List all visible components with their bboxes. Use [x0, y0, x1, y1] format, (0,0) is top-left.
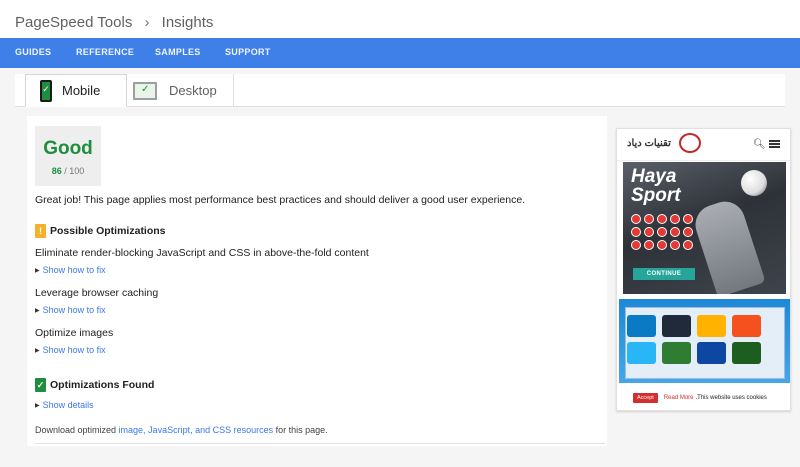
show-how-to-fix-link[interactable]: ▶ Show how to fix: [35, 305, 106, 315]
team-badge-icon: [657, 214, 667, 224]
show-how-to-fix-link[interactable]: ▶ Show how to fix: [35, 265, 106, 275]
app-tile-icon: [732, 315, 761, 337]
report-panel: Good 86 / 100 Great job! This page appli…: [27, 116, 607, 446]
nav-guides[interactable]: GUIDES: [15, 47, 51, 57]
tab-desktop-label: Desktop: [169, 83, 217, 98]
summary-text: Great job! This page applies most perfor…: [35, 194, 526, 206]
checkmark-icon: ✓: [35, 378, 46, 392]
nav-support[interactable]: SUPPORT: [225, 47, 271, 57]
team-badge-icon: [670, 240, 680, 250]
app-tile-icon: [697, 342, 726, 364]
tab-mobile[interactable]: Mobile: [25, 74, 127, 107]
show-details-link[interactable]: ▶ Show details: [35, 400, 94, 410]
breadcrumb-current: Insights: [161, 14, 214, 31]
app-tile-icon: [662, 342, 691, 364]
team-badge-icon: [631, 214, 641, 224]
nav-samples[interactable]: SAMPLES: [155, 47, 201, 57]
show-how-to-fix-label: Show how to fix: [42, 305, 106, 315]
site-logo-icon: [679, 133, 701, 153]
show-how-to-fix-label: Show how to fix: [42, 265, 106, 275]
score-card: Good 86 / 100: [35, 126, 101, 186]
app-tile-icon: [732, 342, 761, 364]
show-details-label: Show details: [42, 400, 94, 410]
app-tile-icon: [627, 315, 656, 337]
download-prefix: Download optimized: [35, 425, 119, 435]
breadcrumb-root[interactable]: PageSpeed Tools: [15, 14, 132, 31]
ad-title-line1: Haya: [631, 166, 677, 187]
team-badge-icon: [683, 214, 693, 224]
preview-continue-button: CONTINUE: [633, 268, 695, 280]
preview-ad-title: Haya Sport: [631, 167, 681, 205]
team-badge-icon: [683, 240, 693, 250]
team-badges: [631, 214, 699, 250]
optimizations-found-heading: ✓ Optimizations Found: [35, 378, 154, 392]
score-label: Good: [43, 138, 93, 159]
found-heading-label: Optimizations Found: [50, 379, 155, 391]
preview-cookie-bar: Accept Read More .This website uses cook…: [617, 385, 790, 410]
show-how-to-fix-link[interactable]: ▶ Show how to fix: [35, 345, 106, 355]
triangle-right-icon: ▶: [35, 348, 40, 355]
mobile-phone-icon: [40, 79, 52, 102]
divider: [35, 443, 605, 444]
download-resources-link[interactable]: image, JavaScript, and CSS resources: [119, 425, 274, 435]
search-icon: 🔍︎: [753, 139, 766, 150]
triangle-right-icon: ▶: [35, 308, 40, 315]
hamburger-menu-icon: [769, 140, 780, 148]
team-badge-icon: [683, 227, 693, 237]
download-suffix: for this page.: [273, 425, 328, 435]
team-badge-icon: [657, 240, 667, 250]
team-badge-icon: [631, 227, 641, 237]
app-tile-icon: [662, 315, 691, 337]
main-nav: GUIDES REFERENCE SAMPLES SUPPORT: [0, 38, 800, 68]
preview-software-banner: [619, 299, 790, 383]
team-badge-icon: [644, 240, 654, 250]
app-tile-icon: [697, 315, 726, 337]
preview-read-more: Read More: [663, 395, 694, 401]
score-value: 86 / 100: [51, 166, 85, 176]
nav-reference[interactable]: REFERENCE: [76, 47, 134, 57]
team-badge-icon: [644, 214, 654, 224]
possible-optimizations-heading: ! Possible Optimizations: [35, 224, 166, 238]
soccer-ball-icon: [741, 170, 767, 196]
breadcrumb: PageSpeed Tools › Insights: [15, 14, 213, 31]
preview-site-logo: تقنيات دياد: [627, 138, 671, 149]
preview-cookie-text: .This website uses cookies: [695, 395, 767, 401]
show-how-to-fix-label: Show how to fix: [42, 345, 106, 355]
triangle-right-icon: ▶: [35, 268, 40, 275]
app-tile-icon: [627, 342, 656, 364]
player-image: [690, 196, 766, 294]
score-max: 100: [69, 166, 85, 176]
team-badge-icon: [670, 214, 680, 224]
desktop-monitor-icon: [133, 81, 157, 100]
preview-accept-button: Accept: [633, 393, 658, 403]
preview-sport-ad: Haya Sport CONTINUE: [623, 162, 786, 294]
score-number: 86: [51, 166, 62, 176]
top-bar: PageSpeed Tools › Insights: [0, 0, 800, 38]
team-badge-icon: [657, 227, 667, 237]
tab-desktop[interactable]: Desktop: [118, 74, 234, 107]
mobile-screenshot-preview: تقنيات دياد 🔍︎ Haya Sport CONTINUE Accep…: [616, 128, 791, 411]
download-optimized-text: Download optimized image, JavaScript, an…: [35, 425, 328, 435]
preview-site-header: تقنيات دياد 🔍︎: [617, 129, 790, 161]
rule-title-render-blocking: Eliminate render-blocking JavaScript and…: [35, 247, 369, 259]
warning-icon: !: [35, 224, 46, 238]
tab-mobile-label: Mobile: [62, 83, 101, 98]
chevron-right-icon: ›: [144, 14, 150, 31]
rule-title-optimize-images: Optimize images: [35, 327, 114, 339]
possible-heading-label: Possible Optimizations: [50, 225, 166, 237]
team-badge-icon: [631, 240, 641, 250]
ad-title-line2: Sport: [631, 185, 681, 206]
device-tabs: Mobile Desktop: [15, 74, 785, 107]
triangle-right-icon: ▶: [35, 403, 40, 410]
team-badge-icon: [644, 227, 654, 237]
rule-title-browser-caching: Leverage browser caching: [35, 287, 159, 299]
app-tiles: [627, 315, 761, 364]
team-badge-icon: [670, 227, 680, 237]
